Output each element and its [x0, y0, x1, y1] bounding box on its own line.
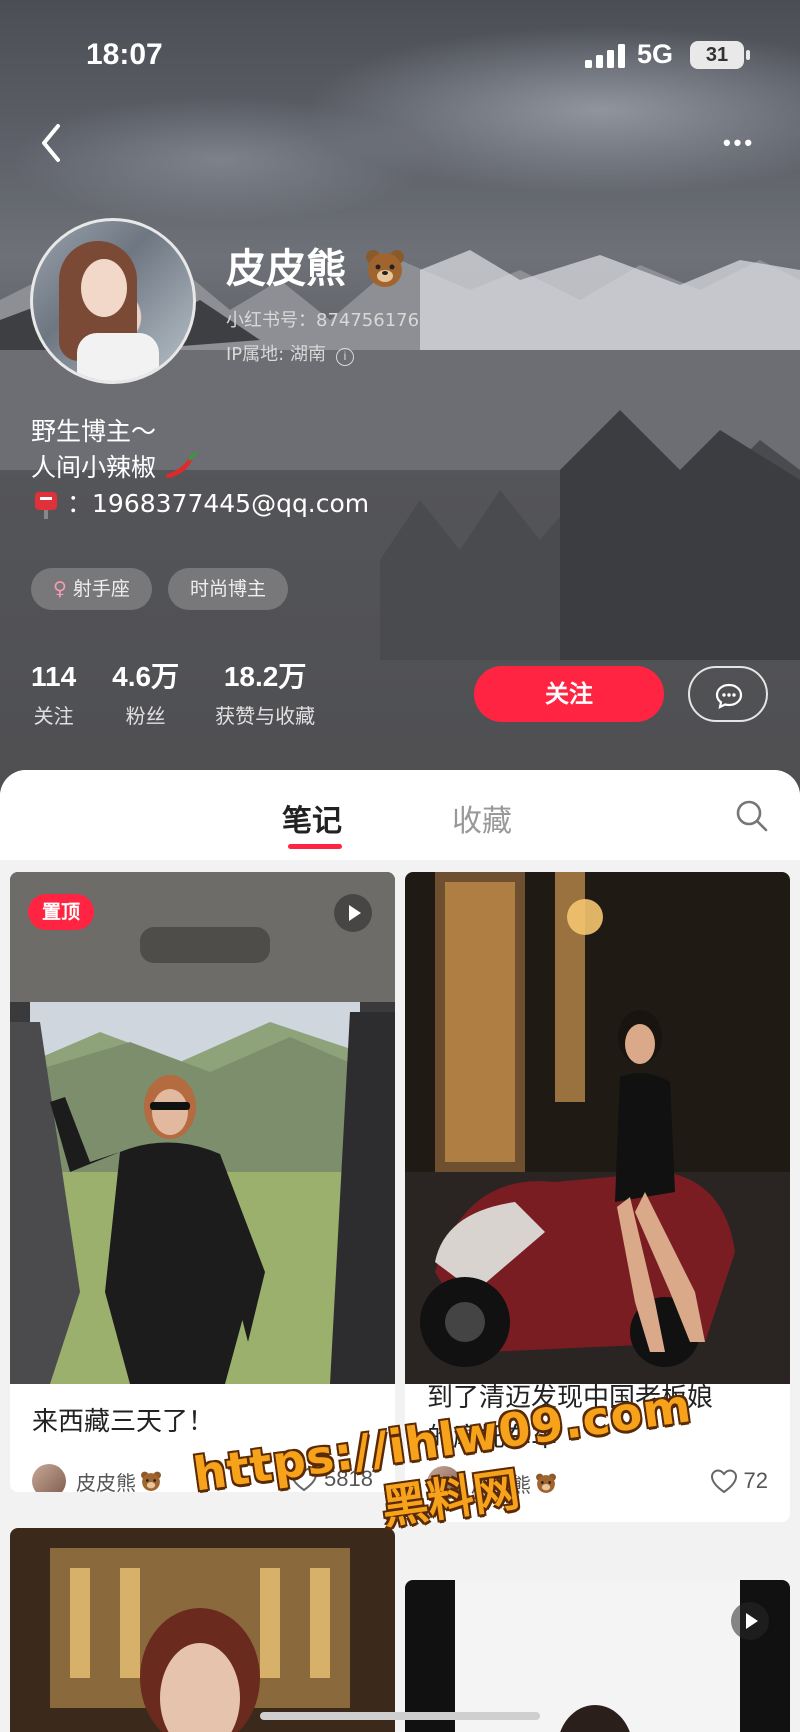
network-type: 5G [637, 39, 674, 69]
note-cover-image [405, 1580, 790, 1732]
profile-avatar[interactable] [30, 218, 196, 384]
follow-button[interactable]: 关注 [474, 666, 664, 722]
profile-page: 18:07 5G 31 ••• 皮皮熊 小红书号：874756176 IP属地:… [0, 0, 800, 1732]
like-count[interactable]: 72 [710, 1468, 768, 1494]
stat-likes-collections[interactable]: 18.2万 获赞与收藏 [215, 660, 315, 729]
note-cover-image [405, 872, 790, 1384]
video-play-icon [334, 894, 372, 932]
content-sheet: 笔记 收藏 置顶 来西藏三天了！ 皮皮熊 5818 到了清迈发现中国老板娘 的摩… [0, 770, 800, 1732]
home-indicator[interactable] [260, 1712, 540, 1720]
active-tab-indicator [288, 844, 342, 849]
email-row: ： 1968377445@qq.com [31, 486, 369, 522]
note-cover-image [10, 872, 395, 1384]
chili-pepper-icon [165, 452, 198, 478]
female-icon: ♀ [53, 578, 67, 600]
red-id-text: 小红书号：874756176 [226, 310, 420, 331]
stat-following[interactable]: 114 关注 [31, 660, 76, 729]
bio-line: 野生博主～ [31, 417, 157, 446]
email-text[interactable]: 1968377445@qq.com [92, 486, 369, 522]
tab-bar: 笔记 收藏 [0, 770, 800, 860]
tag-category[interactable]: 时尚博主 [167, 568, 288, 610]
tab-notes[interactable]: 笔记 [282, 796, 342, 840]
stat-followers[interactable]: 4.6万 粉丝 [112, 660, 179, 729]
note-card[interactable]: 置顶 来西藏三天了！ 皮皮熊 5818 [10, 872, 395, 1492]
note-card[interactable] [405, 1580, 790, 1732]
profile-bio: 野生博主～ 人间小辣椒 ： 1968377445@qq.com [31, 414, 369, 522]
pinned-badge: 置顶 [28, 894, 95, 930]
author-avatar [32, 1464, 66, 1492]
message-button[interactable] [688, 666, 768, 722]
search-icon[interactable] [734, 798, 770, 834]
note-card[interactable] [10, 1528, 395, 1732]
battery-icon: 31 [690, 41, 750, 69]
profile-tags: ♀ 射手座 时尚博主 [31, 568, 288, 610]
heart-icon [710, 1469, 737, 1494]
ip-location-text: IP属地: 湖南 i [226, 340, 354, 366]
video-play-icon [731, 1602, 769, 1640]
bio-line: 人间小辣椒 [31, 450, 369, 486]
status-bar: 18:07 5G 31 [0, 38, 800, 78]
tab-collections[interactable]: 收藏 [452, 796, 512, 840]
chat-bubble-icon [715, 683, 743, 710]
more-options-icon[interactable]: ••• [714, 130, 764, 155]
status-time: 18:07 [86, 38, 163, 71]
profile-nickname: 皮皮熊 [226, 236, 406, 294]
mailbox-icon [35, 492, 57, 519]
note-cover-image [10, 1528, 395, 1732]
cellular-signal-icon [585, 44, 625, 68]
note-title: 来西藏三天了！ [32, 1407, 215, 1437]
profile-stats: 114 关注 4.6万 粉丝 18.2万 获赞与收藏 [31, 660, 351, 729]
back-arrow-icon[interactable] [34, 118, 70, 168]
bear-emoji-icon [141, 1471, 161, 1491]
tag-zodiac[interactable]: ♀ 射手座 [31, 568, 152, 610]
info-icon[interactable]: i [335, 348, 354, 366]
note-author[interactable]: 皮皮熊 [32, 1464, 162, 1492]
bear-emoji-icon [365, 250, 404, 287]
